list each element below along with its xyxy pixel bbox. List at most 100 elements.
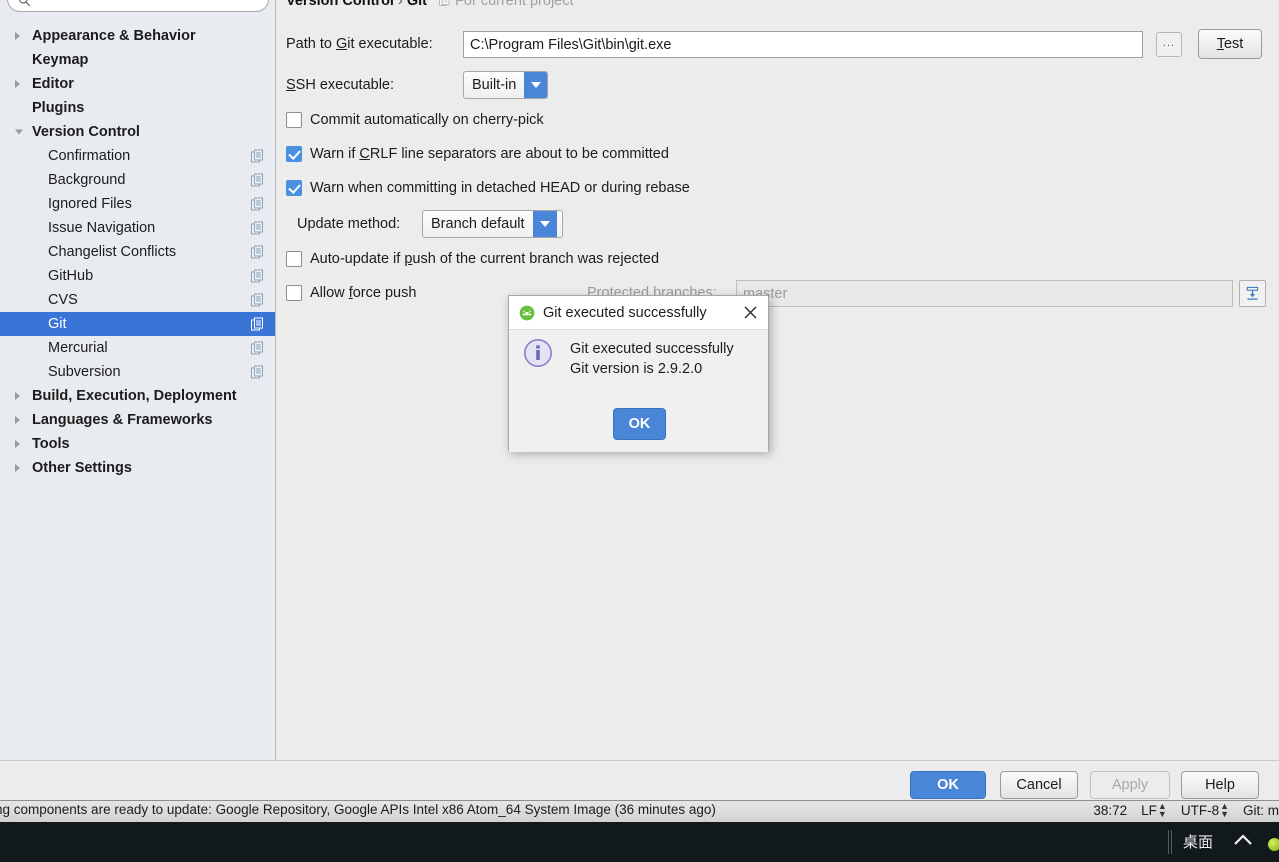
cb-warn-detached-head-label: Warn when committing in detached HEAD or… — [310, 180, 690, 196]
update-method-combobox[interactable]: Branch default — [422, 210, 563, 238]
line-separator-widget[interactable]: LF ▲ ▼ — [1141, 802, 1167, 819]
project-scope-icon — [251, 269, 263, 283]
update-method-value: Branch default — [431, 216, 525, 232]
show-hidden-icons-chevron-icon[interactable] — [1230, 831, 1256, 851]
project-scope-icon — [439, 0, 450, 6]
sidebar-item-languages-frameworks[interactable]: Languages & Frameworks — [0, 408, 275, 432]
sidebar-item-issue-navigation[interactable]: Issue Navigation — [0, 216, 275, 240]
chevron-down-icon[interactable] — [524, 72, 547, 98]
apply-button: Apply — [1090, 771, 1170, 799]
tray-app-icon[interactable] — [1268, 838, 1279, 851]
sidebar-item-background[interactable]: Background — [0, 168, 275, 192]
dialog-ok-label: OK — [628, 416, 651, 432]
sidebar-item-label: CVS — [48, 292, 78, 308]
settings-sidebar: Appearance & Behavior Keymap Editor Plugins… — [0, 0, 276, 760]
settings-tree[interactable]: Appearance & Behavior Keymap Editor Plugins… — [0, 24, 275, 480]
git-result-dialog: Git executed successfully Git executed s… — [508, 295, 769, 452]
project-scope-icon — [251, 149, 263, 163]
sidebar-item-mercurial[interactable]: Mercurial — [0, 336, 275, 360]
checkbox-box[interactable] — [286, 112, 302, 128]
cb-allow-force-push-label: Allow force push — [310, 285, 417, 301]
chevron-right-icon[interactable] — [15, 32, 20, 40]
chevron-right-icon[interactable] — [15, 80, 20, 88]
android-studio-icon — [519, 305, 535, 320]
sidebar-item-label: GitHub — [48, 268, 94, 284]
chevron-right-icon[interactable] — [15, 440, 20, 448]
status-right-group: 38:72 LF ▲ ▼ UTF-8 ▲ ▼ Git: m — [1093, 802, 1279, 819]
sidebar-item-label: Issue Navigation — [48, 220, 156, 236]
git-executable-path-input[interactable]: C:\Program Files\Git\bin\git.exe — [463, 31, 1143, 58]
sidebar-item-editor[interactable]: Editor — [0, 72, 275, 96]
dialog-title: Git executed successfully — [543, 304, 707, 321]
sidebar-item-label: Languages & Frameworks — [32, 412, 213, 428]
cb-commit-on-cherry-pick[interactable]: Commit automatically on cherry-pick — [286, 112, 544, 128]
breadcrumb-note-text: For current project — [455, 0, 574, 9]
sidebar-item-version-control[interactable]: Version Control — [0, 120, 275, 144]
sidebar-item-label: Other Settings — [32, 460, 132, 476]
caret-position[interactable]: 38:72 — [1093, 803, 1127, 818]
sidebar-item-label: Editor — [32, 76, 74, 92]
taskbar-divider — [1168, 830, 1169, 854]
search-input[interactable] — [7, 0, 269, 12]
ide-status-bar: ing components are ready to update: Goog… — [0, 800, 1279, 822]
cb-auto-update-push-rejected[interactable]: Auto-update if push of the current branc… — [286, 251, 659, 267]
settings-content: Version Control › Git For current projec… — [277, 0, 1279, 760]
breadcrumb-note: For current project — [439, 0, 574, 9]
sidebar-item-confirmation[interactable]: Confirmation — [0, 144, 275, 168]
sidebar-item-keymap[interactable]: Keymap — [0, 48, 275, 72]
checkbox-box[interactable] — [286, 285, 302, 301]
checkbox-box[interactable] — [286, 251, 302, 267]
sidebar-item-cvs[interactable]: CVS — [0, 288, 275, 312]
sidebar-item-tools[interactable]: Tools — [0, 432, 275, 456]
sidebar-item-git[interactable]: Git — [0, 312, 275, 336]
sidebar-item-ignored-files[interactable]: Ignored Files — [0, 192, 275, 216]
sidebar-item-other-settings[interactable]: Other Settings — [0, 456, 275, 480]
protected-branches-edit-button[interactable] — [1239, 280, 1266, 307]
sidebar-item-github[interactable]: GitHub — [0, 264, 275, 288]
browse-button-label: ... — [1162, 36, 1176, 49]
ssh-executable-combobox[interactable]: Built-in — [463, 71, 548, 99]
help-button[interactable]: Help — [1181, 771, 1259, 799]
sidebar-item-appearance-behavior[interactable]: Appearance & Behavior — [0, 24, 275, 48]
sidebar-item-label: Confirmation — [48, 148, 131, 164]
ok-button[interactable]: OK — [910, 771, 986, 799]
cb-warn-crlf[interactable]: Warn if CRLF line separators are about t… — [286, 146, 669, 162]
cancel-button[interactable]: Cancel — [1000, 771, 1078, 799]
chevron-right-icon[interactable] — [15, 416, 20, 424]
cb-commit-on-cherry-pick-label: Commit automatically on cherry-pick — [310, 112, 544, 128]
project-scope-icon — [251, 197, 263, 211]
project-scope-icon — [251, 221, 263, 235]
close-icon[interactable] — [742, 304, 759, 321]
project-scope-icon — [251, 173, 263, 187]
info-icon — [524, 339, 552, 367]
cb-allow-force-push[interactable]: Allow force push — [286, 285, 416, 301]
git-executable-path-value: C:\Program Files\Git\bin\git.exe — [470, 36, 672, 53]
sidebar-item-label: Build, Execution, Deployment — [32, 388, 237, 404]
cb-auto-update-label: Auto-update if push of the current branc… — [310, 251, 660, 267]
chevron-right-icon[interactable] — [15, 464, 20, 472]
apply-button-label: Apply — [1111, 777, 1149, 793]
test-button[interactable]: Test — [1198, 29, 1262, 59]
encoding-widget[interactable]: UTF-8 ▲ ▼ — [1181, 802, 1229, 819]
chevron-right-icon[interactable] — [15, 392, 20, 400]
dialog-ok-button[interactable]: OK — [613, 408, 666, 440]
chevron-down-icon[interactable] — [532, 211, 557, 237]
taskbar-desktop-button[interactable]: 桌面 — [1183, 831, 1213, 852]
ssh-executable-value: Built-in — [472, 77, 517, 93]
dialog-title-bar: Git executed successfully — [509, 296, 768, 330]
sidebar-item-build-execution-deployment[interactable]: Build, Execution, Deployment — [0, 384, 275, 408]
chevron-down-icon[interactable] — [15, 129, 23, 135]
cb-warn-crlf-label: Warn if CRLF line separators are about t… — [310, 146, 669, 162]
protected-branches-input[interactable]: master — [736, 280, 1233, 307]
cancel-button-label: Cancel — [1016, 777, 1062, 793]
sidebar-item-changelist-conflicts[interactable]: Changelist Conflicts — [0, 240, 275, 264]
checkbox-box[interactable] — [286, 146, 302, 162]
vcs-branch-widget[interactable]: Git: m — [1243, 803, 1279, 818]
cb-warn-detached-head[interactable]: Warn when committing in detached HEAD or… — [286, 180, 690, 196]
sidebar-item-plugins[interactable]: Plugins — [0, 96, 275, 120]
dialog-body: Git executed successfully Git version is… — [509, 330, 768, 452]
breadcrumb-separator: › — [398, 0, 403, 9]
checkbox-box[interactable] — [286, 180, 302, 196]
sidebar-item-subversion[interactable]: Subversion — [0, 360, 275, 384]
browse-button[interactable]: ... — [1156, 32, 1182, 57]
